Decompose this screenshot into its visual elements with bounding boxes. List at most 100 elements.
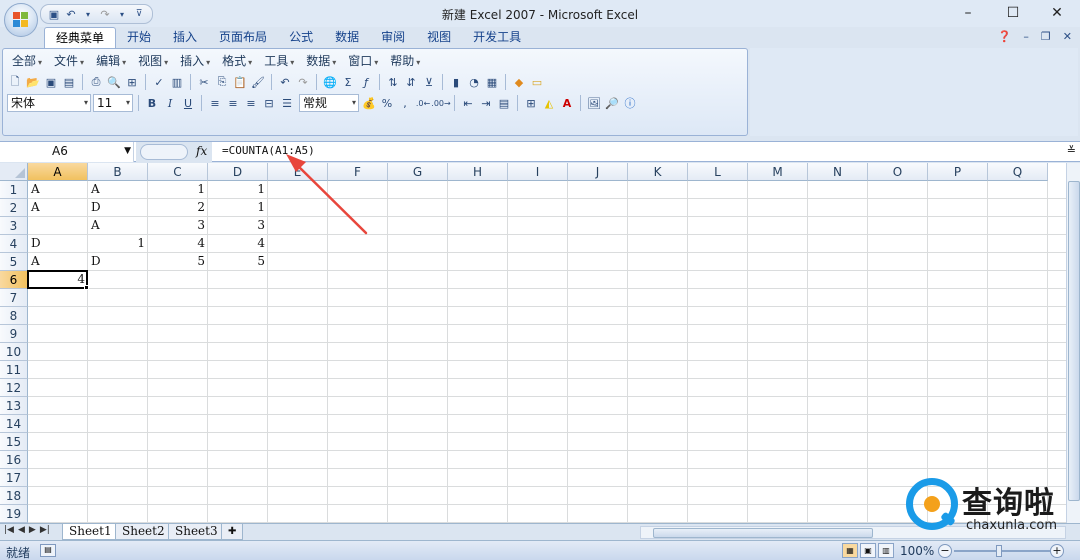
column-header-e[interactable]: E <box>268 163 328 181</box>
column-header-l[interactable]: L <box>688 163 748 181</box>
expand-formula-bar-icon[interactable]: ≚ <box>1067 144 1076 157</box>
row-header-7[interactable]: 7 <box>0 289 28 307</box>
increase-indent-icon[interactable]: ⇥ <box>478 95 494 111</box>
save-icon[interactable]: ▣ <box>43 74 59 90</box>
menu-data[interactable]: 数据 ▾ <box>301 52 341 70</box>
zoom-slider-track[interactable] <box>954 550 1050 552</box>
column-header-m[interactable]: M <box>748 163 808 181</box>
column-header-g[interactable]: G <box>388 163 448 181</box>
menu-edit[interactable]: 编辑 ▾ <box>91 52 131 70</box>
research-icon[interactable]: ⊞ <box>124 74 140 90</box>
page-break-view-icon[interactable]: ▥ <box>878 543 894 558</box>
font-size-select[interactable]: 11 ▾ <box>93 94 133 112</box>
undo-icon[interactable]: ↶ <box>277 74 293 90</box>
cell-b2[interactable]: D <box>88 199 148 217</box>
tab-page-layout[interactable]: 页面布局 <box>208 27 278 48</box>
autosum-icon[interactable]: Σ <box>340 74 356 90</box>
row-header-1[interactable]: 1 <box>0 181 28 199</box>
vertical-scroll-thumb[interactable] <box>1068 181 1080 501</box>
maximize-button[interactable]: ☐ <box>1000 3 1026 23</box>
column-header-j[interactable]: J <box>568 163 628 181</box>
cell-d2[interactable]: 1 <box>208 199 268 217</box>
cell-d1[interactable]: 1 <box>208 181 268 199</box>
zoom-level[interactable]: 100% <box>900 544 934 558</box>
cut-icon[interactable]: ✂ <box>196 74 212 90</box>
increase-decimal-icon[interactable]: .0← <box>415 95 431 111</box>
tab-formulas[interactable]: 公式 <box>278 27 324 48</box>
normal-view-icon[interactable]: ▦ <box>842 543 858 558</box>
filter-icon[interactable]: ⊻ <box>421 74 437 90</box>
ribbon-minimize-icon[interactable]: – <box>1023 30 1029 43</box>
font-name-select[interactable]: 宋体 ▾ <box>7 94 91 112</box>
folder-icon[interactable]: ▭ <box>529 74 545 90</box>
function-icon[interactable]: ƒ <box>358 74 374 90</box>
drawing-icon[interactable]: ◔ <box>466 74 482 90</box>
name-box[interactable]: A6 ▼ <box>0 142 134 162</box>
cell-a2[interactable]: A <box>28 199 88 217</box>
row-header-14[interactable]: 14 <box>0 415 28 433</box>
paste-icon[interactable]: 📋 <box>232 74 248 90</box>
menu-view[interactable]: 视图 ▾ <box>133 52 173 70</box>
help-circle-icon[interactable]: ⓘ <box>622 95 638 111</box>
office-button[interactable] <box>4 3 38 37</box>
cell-a1[interactable]: A <box>28 181 88 199</box>
wrap-text-icon[interactable]: ☰ <box>279 95 295 111</box>
menu-format[interactable]: 格式 ▾ <box>217 52 257 70</box>
row-header-16[interactable]: 16 <box>0 451 28 469</box>
prev-sheet-icon[interactable]: ◀ <box>18 525 25 535</box>
cell-a5[interactable]: A <box>28 253 88 271</box>
sheet-tab-sheet2[interactable]: Sheet2 <box>115 524 172 540</box>
menu-help[interactable]: 帮助 ▾ <box>385 52 425 70</box>
column-header-i[interactable]: I <box>508 163 568 181</box>
row-header-2[interactable]: 2 <box>0 199 28 217</box>
column-header-c[interactable]: C <box>148 163 208 181</box>
merge-center-icon[interactable]: ⊟ <box>261 95 277 111</box>
sort-descending-icon[interactable]: ⇵ <box>403 74 419 90</box>
new-file-icon[interactable]: 🗋 <box>7 74 23 90</box>
column-header-f[interactable]: F <box>328 163 388 181</box>
column-header-h[interactable]: H <box>448 163 508 181</box>
open-folder-icon[interactable]: 📂 <box>25 74 41 90</box>
cell-style-icon[interactable]: ▤ <box>496 95 512 111</box>
cell-c2[interactable]: 2 <box>148 199 208 217</box>
tab-home[interactable]: 开始 <box>116 27 162 48</box>
row-header-6[interactable]: 6 <box>0 271 28 289</box>
currency-icon[interactable]: 💰 <box>361 95 377 111</box>
decrease-indent-icon[interactable]: ⇤ <box>460 95 476 111</box>
permission-icon[interactable]: ▤ <box>61 74 77 90</box>
menu-file[interactable]: 文件 ▾ <box>49 52 89 70</box>
underline-button[interactable]: U <box>180 95 196 111</box>
row-header-10[interactable]: 10 <box>0 343 28 361</box>
formula-input[interactable]: =COUNTA(A1:A5) <box>222 144 315 157</box>
row-header-17[interactable]: 17 <box>0 469 28 487</box>
column-header-d[interactable]: D <box>208 163 268 181</box>
align-center-icon[interactable]: ≡ <box>225 95 241 111</box>
tab-review[interactable]: 审阅 <box>370 27 416 48</box>
first-sheet-icon[interactable]: |◀ <box>4 525 14 535</box>
vertical-scrollbar[interactable] <box>1066 163 1080 523</box>
formula-expand-handle[interactable] <box>140 144 188 160</box>
insert-function-icon[interactable]: fx <box>196 144 207 158</box>
macro-record-icon[interactable]: ▤ <box>40 544 56 557</box>
tab-view[interactable]: 视图 <box>416 27 462 48</box>
select-all-corner[interactable] <box>0 163 28 181</box>
row-header-19[interactable]: 19 <box>0 505 28 523</box>
ribbon-close-icon[interactable]: ✕ <box>1063 30 1072 43</box>
row-header-11[interactable]: 11 <box>0 361 28 379</box>
next-sheet-icon[interactable]: ▶ <box>29 525 36 535</box>
row-header-12[interactable]: 12 <box>0 379 28 397</box>
cell-b3[interactable]: A <box>88 217 148 235</box>
close-button[interactable]: ✕ <box>1044 3 1070 23</box>
fill-handle[interactable] <box>84 285 89 290</box>
italic-button[interactable]: I <box>162 95 178 111</box>
row-header-18[interactable]: 18 <box>0 487 28 505</box>
cell-b1[interactable]: A <box>88 181 148 199</box>
copy-icon[interactable]: ⎘ <box>214 74 230 90</box>
comma-button[interactable]: , <box>397 95 413 111</box>
table-icon[interactable]: ▦ <box>484 74 500 90</box>
bold-button[interactable]: B <box>144 95 160 111</box>
insert-sheet-icon[interactable]: ✚ <box>221 524 244 540</box>
tab-insert[interactable]: 插入 <box>162 27 208 48</box>
cell-b5[interactable]: D <box>88 253 148 271</box>
column-header-b[interactable]: B <box>88 163 148 181</box>
